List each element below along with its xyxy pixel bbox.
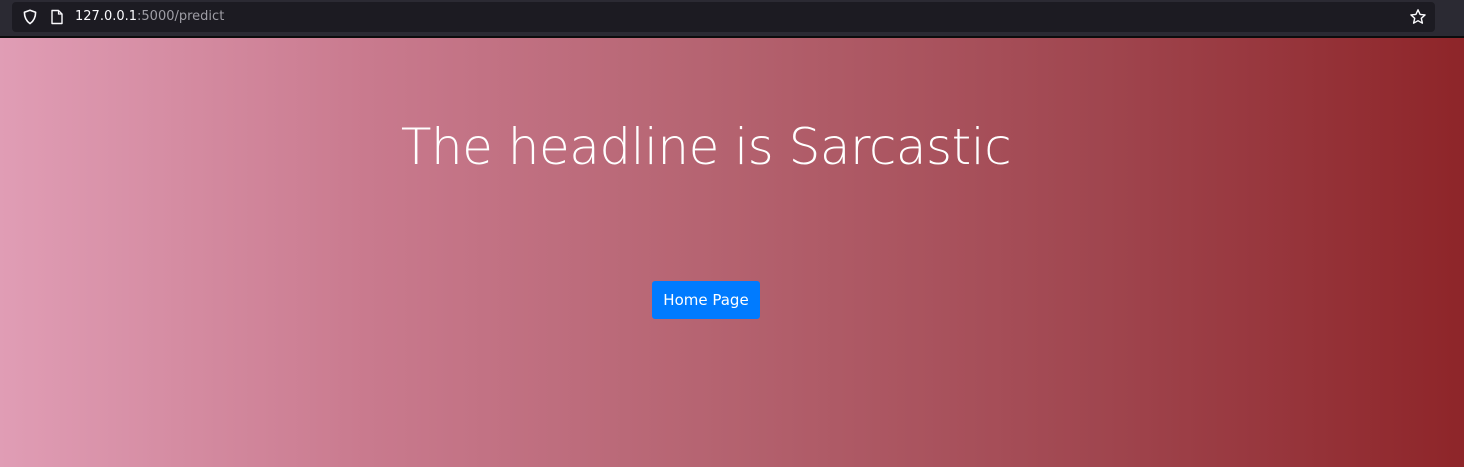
url-path: :5000/predict: [137, 9, 225, 24]
shield-icon[interactable]: [22, 9, 38, 25]
page-content: The headline is Sarcastic Home Page: [0, 38, 1464, 467]
page-icon: [50, 9, 64, 25]
url-host: 127.0.0.1: [75, 9, 138, 24]
address-bar[interactable]: 127.0.0.1:5000/predict: [12, 2, 1435, 32]
result-headline: The headline is Sarcastic: [400, 118, 1012, 176]
home-page-button[interactable]: Home Page: [652, 281, 760, 319]
browser-toolbar: 127.0.0.1:5000/predict: [0, 0, 1464, 38]
url-text[interactable]: 127.0.0.1:5000/predict: [75, 9, 224, 25]
star-icon[interactable]: [1409, 8, 1427, 26]
